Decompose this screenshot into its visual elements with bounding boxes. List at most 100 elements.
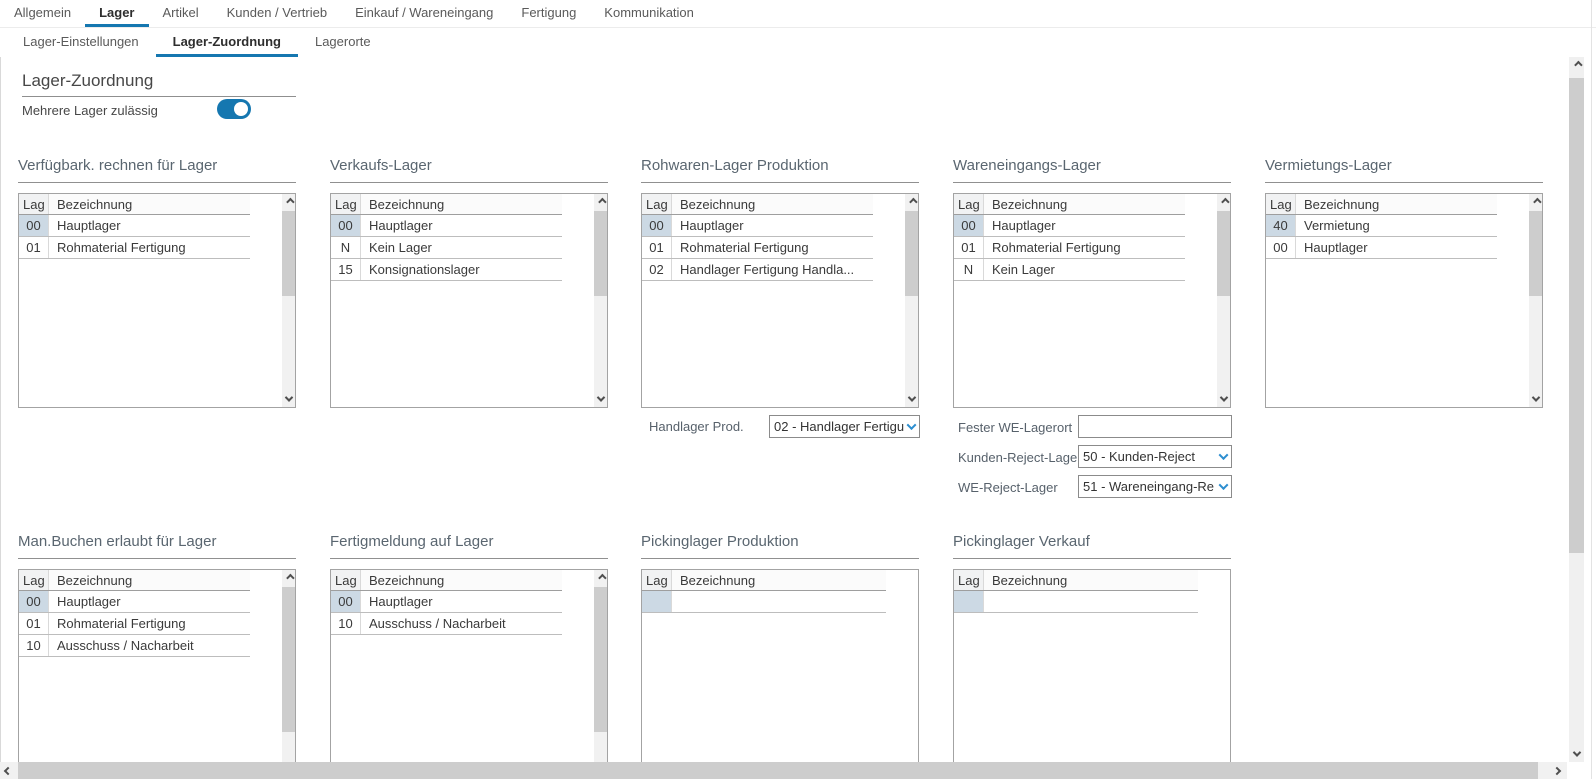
scroll-up-icon[interactable]: [594, 194, 607, 210]
cell-lag: 01: [19, 237, 49, 258]
list-vertical-scrollbar[interactable]: [282, 194, 295, 407]
tab-fertigung[interactable]: Fertigung: [507, 0, 590, 27]
lager-list: LagBezeichnung00Hauptlager01Rohmaterial …: [953, 193, 1231, 408]
panel-verfügbark-rechnen-für-lager: Verfügbark. rechnen für LagerLagBezeichn…: [18, 157, 296, 408]
cell-bezeichnung: Rohmaterial Fertigung: [49, 237, 250, 258]
tab-einkauf-wareneingang[interactable]: Einkauf / Wareneingang: [341, 0, 507, 27]
cell-bezeichnung: Hauptlager: [1296, 237, 1497, 258]
scroll-up-icon[interactable]: [1529, 194, 1542, 210]
vertical-scrollbar-thumb[interactable]: [1569, 78, 1584, 553]
list-rows: LagBezeichnung40Vermietung00Hauptlager: [1266, 194, 1529, 407]
scrollbar-thumb[interactable]: [594, 587, 607, 732]
scrollbar-thumb[interactable]: [905, 211, 918, 296]
scroll-down-icon[interactable]: [594, 391, 607, 407]
horizontal-scrollbar-thumb[interactable]: [18, 762, 1538, 779]
tab-artikel[interactable]: Artikel: [149, 0, 213, 27]
list-vertical-scrollbar[interactable]: [594, 570, 607, 778]
cell-bezeichnung: [672, 591, 886, 612]
cell-bezeichnung: Hauptlager: [361, 215, 562, 236]
list-item[interactable]: 01Rohmaterial Fertigung: [954, 237, 1185, 259]
tab-kunden-vertrieb[interactable]: Kunden / Vertrieb: [213, 0, 341, 27]
scrollbar-thumb[interactable]: [1529, 211, 1542, 296]
scroll-up-icon[interactable]: [1569, 57, 1584, 73]
list-vertical-scrollbar[interactable]: [1217, 194, 1230, 407]
subtab-lagerorte[interactable]: Lagerorte: [298, 29, 388, 57]
kunden-reject-lager-dropdown[interactable]: 50 - Kunden-Reject: [1078, 445, 1232, 468]
scrollbar-thumb[interactable]: [282, 587, 295, 732]
list-header-row: LagBezeichnung: [19, 194, 250, 215]
list-item[interactable]: NKein Lager: [331, 237, 562, 259]
subtab-lager-einstellungen[interactable]: Lager-Einstellungen: [6, 29, 156, 57]
list-item[interactable]: 00Hauptlager: [19, 591, 250, 613]
scroll-up-icon[interactable]: [282, 194, 295, 210]
tab-lager[interactable]: Lager: [85, 0, 148, 27]
lager-list: LagBezeichnung00Hauptlager01Rohmaterial …: [18, 193, 296, 408]
fester-we-lagerort-label: Fester WE-Lagerort: [958, 420, 1072, 435]
scroll-left-icon[interactable]: [0, 762, 16, 779]
scroll-right-icon[interactable]: [1549, 762, 1565, 779]
scroll-down-icon[interactable]: [282, 391, 295, 407]
we-reject-lager-dropdown[interactable]: 51 - Wareneingang-Re: [1078, 475, 1232, 498]
page-horizontal-scrollbar[interactable]: [0, 762, 1567, 779]
list-item[interactable]: 00Hauptlager: [331, 215, 562, 237]
toggle-label: Mehrere Lager zulässig: [22, 103, 158, 118]
list-item[interactable]: 40Vermietung: [1266, 215, 1497, 237]
list-vertical-scrollbar[interactable]: [594, 194, 607, 407]
cell-lag: [954, 591, 984, 612]
list-item[interactable]: 01Rohmaterial Fertigung: [19, 613, 250, 635]
handlager-prod-label: Handlager Prod.: [649, 419, 744, 434]
cell-lag: 00: [331, 591, 361, 612]
page-title: Lager-Zuordnung: [22, 71, 296, 97]
list-vertical-scrollbar[interactable]: [905, 194, 918, 407]
list-item[interactable]: 10Ausschuss / Nacharbeit: [331, 613, 562, 635]
list-item[interactable]: 00Hauptlager: [954, 215, 1185, 237]
list-item[interactable]: 00Hauptlager: [331, 591, 562, 613]
list-item[interactable]: 00Hauptlager: [19, 215, 250, 237]
list-item[interactable]: 02Handlager Fertigung Handla...: [642, 259, 873, 281]
scroll-down-icon[interactable]: [1529, 391, 1542, 407]
list-item[interactable]: 00Hauptlager: [1266, 237, 1497, 259]
cell-lag: N: [954, 259, 984, 280]
list-vertical-scrollbar[interactable]: [282, 570, 295, 778]
fester-we-lagerort-input[interactable]: [1078, 415, 1232, 438]
column-header-bezeichnung: Bezeichnung: [49, 570, 250, 590]
scroll-up-icon[interactable]: [282, 570, 295, 586]
list-item[interactable]: 00Hauptlager: [642, 215, 873, 237]
lager-list: LagBezeichnung00Hauptlager01Rohmaterial …: [18, 569, 296, 779]
list-item[interactable]: 01Rohmaterial Fertigung: [642, 237, 873, 259]
scrollbar-thumb[interactable]: [1217, 211, 1230, 296]
column-header-lag: Lag: [954, 570, 984, 590]
list-item[interactable]: [954, 591, 1198, 613]
chevron-down-icon: [1219, 480, 1229, 490]
scroll-up-icon[interactable]: [594, 570, 607, 586]
lager-list: LagBezeichnung00HauptlagerNKein Lager15K…: [330, 193, 608, 408]
mehrere-lager-toggle[interactable]: [217, 99, 251, 119]
column-header-lag: Lag: [642, 570, 672, 590]
page-vertical-scrollbar[interactable]: [1569, 57, 1584, 762]
scroll-up-icon[interactable]: [905, 194, 918, 210]
subtab-lager-zuordnung[interactable]: Lager-Zuordnung: [156, 29, 298, 57]
tab-allgemein[interactable]: Allgemein: [0, 0, 85, 27]
list-item[interactable]: 01Rohmaterial Fertigung: [19, 237, 250, 259]
tab-kommunikation[interactable]: Kommunikation: [590, 0, 708, 27]
cell-bezeichnung: Ausschuss / Nacharbeit: [49, 635, 250, 656]
handlager-prod-dropdown[interactable]: 02 - Handlager Fertigu: [769, 415, 920, 438]
scrollbar-thumb[interactable]: [594, 211, 607, 296]
list-item[interactable]: 10Ausschuss / Nacharbeit: [19, 635, 250, 657]
scroll-down-icon[interactable]: [1217, 391, 1230, 407]
list-item[interactable]: NKein Lager: [954, 259, 1185, 281]
list-header-row: LagBezeichnung: [642, 194, 873, 215]
panel-title: Fertigmeldung auf Lager: [330, 533, 608, 559]
scroll-down-icon[interactable]: [905, 391, 918, 407]
scroll-up-icon[interactable]: [1217, 194, 1230, 210]
list-item[interactable]: 15Konsignationslager: [331, 259, 562, 281]
list-item[interactable]: [642, 591, 886, 613]
panel-pickinglager-verkauf: Pickinglager VerkaufLagBezeichnung: [953, 533, 1231, 779]
column-header-bezeichnung: Bezeichnung: [361, 194, 562, 214]
cell-lag: 01: [642, 237, 672, 258]
cell-bezeichnung: Rohmaterial Fertigung: [984, 237, 1185, 258]
scroll-down-icon[interactable]: [1569, 746, 1584, 762]
column-header-bezeichnung: Bezeichnung: [361, 570, 562, 590]
scrollbar-thumb[interactable]: [282, 211, 295, 296]
list-vertical-scrollbar[interactable]: [1529, 194, 1542, 407]
